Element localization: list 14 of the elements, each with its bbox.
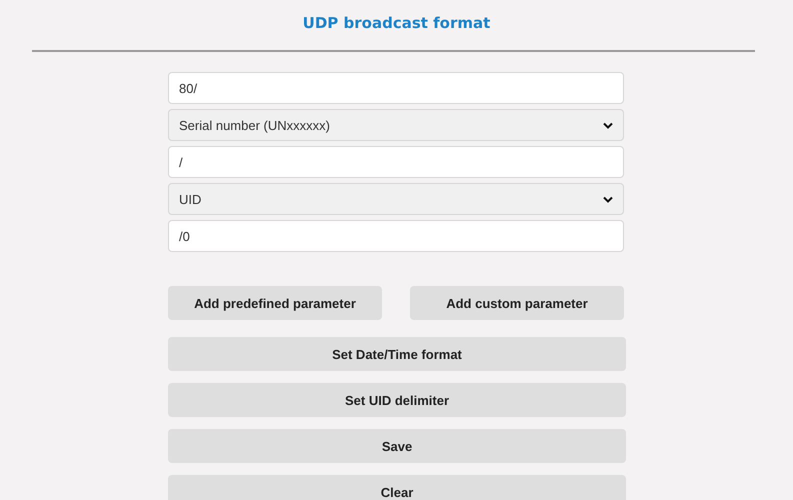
input-field[interactable]: 80/ — [168, 72, 624, 104]
dropdown-field[interactable]: Serial number (UNxxxxxx) — [168, 109, 624, 141]
caret-icon — [603, 196, 613, 202]
input-field[interactable]: / — [168, 146, 624, 178]
action-button[interactable]: Set Date/Time format — [168, 337, 626, 371]
action-button[interactable]: Save — [168, 429, 626, 463]
dropdown-field[interactable]: UID — [168, 183, 624, 215]
action-button[interactable]: Clear — [168, 475, 626, 500]
parameter-button[interactable]: Add custom parameter — [410, 286, 624, 320]
page-title: UDP broadcast format — [302, 13, 490, 34]
action-button[interactable]: Set UID delimiter — [168, 383, 626, 417]
input-field[interactable]: /0 — [168, 220, 624, 252]
parameter-button[interactable]: Add predefined parameter — [168, 286, 382, 320]
caret-icon — [603, 122, 613, 128]
